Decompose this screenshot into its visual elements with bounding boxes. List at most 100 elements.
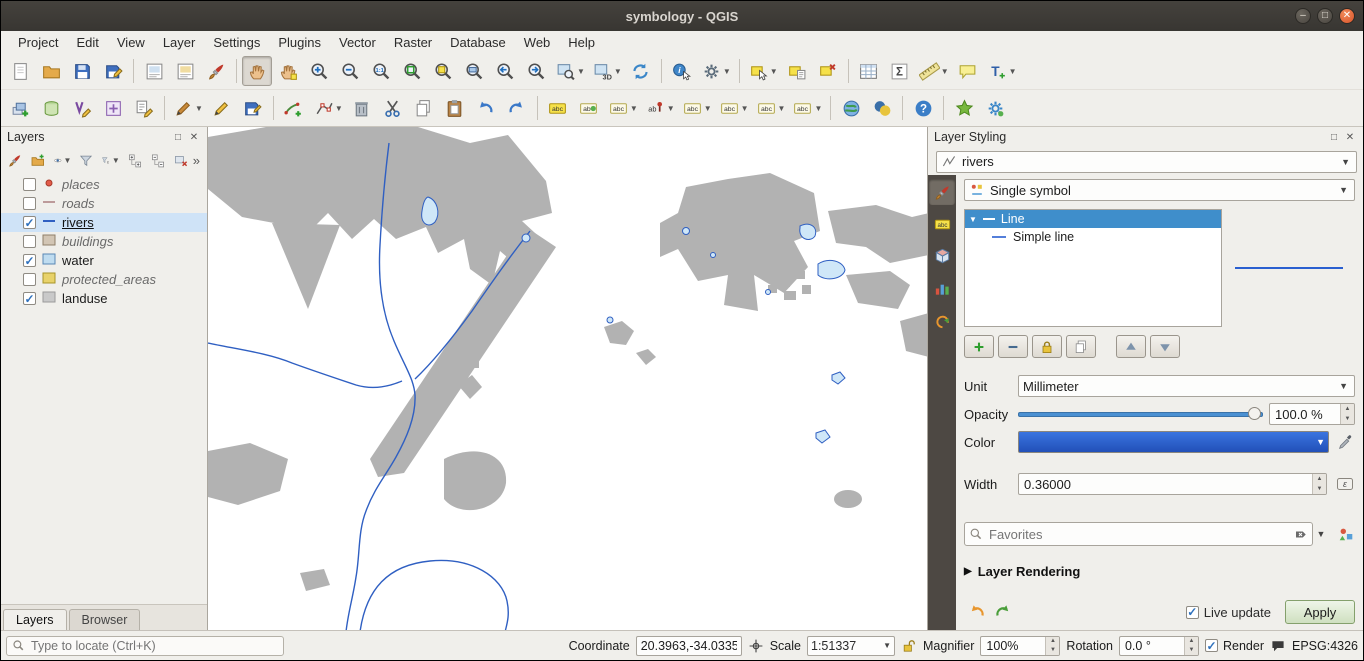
- statistical-summary-button[interactable]: Σ: [885, 56, 915, 86]
- scale-combo[interactable]: 1:51337 ▼: [807, 636, 895, 656]
- new-temporary-scratch-layer-button[interactable]: [129, 93, 159, 123]
- menu-layer[interactable]: Layer: [154, 33, 205, 52]
- pan-to-selection-button[interactable]: [273, 56, 303, 86]
- processing-history-button[interactable]: [980, 93, 1010, 123]
- close-panel-icon[interactable]: ✕: [1343, 130, 1357, 144]
- open-data-source-manager-button[interactable]: [5, 93, 35, 123]
- layer-checkbox-checked[interactable]: ✓: [23, 216, 36, 229]
- style-search-box[interactable]: [964, 522, 1313, 546]
- view-3d-tab[interactable]: [929, 243, 955, 269]
- locate-search-box[interactable]: [6, 636, 284, 656]
- coordinate-input[interactable]: [636, 636, 742, 656]
- rotate-label-button[interactable]: abc▼: [753, 93, 789, 123]
- data-defined-override-icon[interactable]: ε: [1335, 474, 1355, 494]
- new-3d-map-view-button[interactable]: 3D▼: [589, 56, 625, 86]
- metasearch-button[interactable]: [836, 93, 866, 123]
- save-layer-edits-button[interactable]: [238, 93, 268, 123]
- pin-unpin-labels-button[interactable]: ab▼: [642, 93, 678, 123]
- run-feature-action-button[interactable]: ▼: [698, 56, 734, 86]
- open-attribute-table-button[interactable]: [854, 56, 884, 86]
- new-shapefile-layer-button[interactable]: [67, 93, 97, 123]
- vertex-tool-button[interactable]: ▼: [310, 93, 346, 123]
- help-contents-button[interactable]: ?: [908, 93, 938, 123]
- layer-checkbox-checked[interactable]: ✓: [23, 254, 36, 267]
- apply-button[interactable]: Apply: [1285, 600, 1355, 624]
- layer-item-rivers[interactable]: ✓rivers: [1, 213, 207, 232]
- zoom-last-button[interactable]: [490, 56, 520, 86]
- symbol-type-selector[interactable]: Single symbol ▼: [964, 179, 1355, 201]
- new-geopackage-layer-button[interactable]: [36, 93, 66, 123]
- open-layer-styling-panel-button[interactable]: [4, 149, 26, 171]
- select-features-button[interactable]: ▼: [745, 56, 781, 86]
- panel-tab-layers[interactable]: Layers: [3, 609, 67, 630]
- close-button[interactable]: ✕: [1339, 8, 1355, 24]
- highlight-pinned-labels-button[interactable]: abc▼: [605, 93, 641, 123]
- title-bar[interactable]: symbology - QGIS – □ ✕: [1, 1, 1363, 31]
- zoom-out-button[interactable]: [335, 56, 365, 86]
- opacity-slider-handle[interactable]: [1248, 407, 1261, 420]
- transparency-tab[interactable]: [929, 275, 955, 301]
- menu-settings[interactable]: Settings: [204, 33, 269, 52]
- move-label-button[interactable]: abc▼: [716, 93, 752, 123]
- copy-features-button[interactable]: [409, 93, 439, 123]
- history-tab[interactable]: [929, 307, 955, 333]
- maximize-button[interactable]: □: [1317, 8, 1333, 24]
- new-map-view-button[interactable]: ▼: [552, 56, 588, 86]
- symbol-tree-simple-line-item[interactable]: Simple line: [965, 228, 1221, 246]
- color-button[interactable]: ▼: [1018, 431, 1329, 453]
- menu-edit[interactable]: Edit: [67, 33, 107, 52]
- zoom-native-button[interactable]: 1:1: [366, 56, 396, 86]
- expander-icon[interactable]: ▼: [969, 215, 977, 224]
- opacity-slider[interactable]: [1018, 403, 1263, 425]
- save-project-button[interactable]: [67, 56, 97, 86]
- remove-layer-button[interactable]: [170, 149, 192, 171]
- zoom-full-button[interactable]: [397, 56, 427, 86]
- layer-checkbox-unchecked[interactable]: [23, 178, 36, 191]
- locate-input[interactable]: [29, 638, 278, 654]
- lock-scale-icon[interactable]: [901, 638, 917, 654]
- processing-toolbox-button[interactable]: [949, 93, 979, 123]
- close-panel-icon[interactable]: ✕: [187, 130, 201, 144]
- live-update-checkbox[interactable]: ✓ Live update: [1186, 605, 1271, 620]
- zoom-to-layer-button[interactable]: [459, 56, 489, 86]
- toolbar-overflow-chevron[interactable]: »: [193, 153, 204, 168]
- add-symbol-layer-button[interactable]: [964, 335, 994, 358]
- width-spinbox[interactable]: 0.36000 ▲▼: [1018, 473, 1327, 495]
- zoom-to-selection-button[interactable]: [428, 56, 458, 86]
- add-line-feature-button[interactable]: [279, 93, 309, 123]
- lock-symbol-layer-button[interactable]: [1032, 335, 1062, 358]
- style-manager-button[interactable]: [201, 56, 231, 86]
- spin-arrows[interactable]: ▲▼: [1340, 404, 1354, 424]
- change-label-properties-button[interactable]: abc▼: [789, 93, 825, 123]
- menu-project[interactable]: Project: [9, 33, 67, 52]
- duplicate-symbol-layer-button[interactable]: [1066, 335, 1096, 358]
- spin-arrows[interactable]: ▲▼: [1184, 637, 1198, 655]
- expand-all-button[interactable]: [124, 149, 146, 171]
- collapse-all-button[interactable]: [147, 149, 169, 171]
- save-project-as-button[interactable]: [98, 56, 128, 86]
- checkbox-checked-icon[interactable]: ✓: [1186, 606, 1199, 619]
- redo-button[interactable]: [502, 93, 532, 123]
- minimize-button[interactable]: –: [1295, 8, 1311, 24]
- map-canvas[interactable]: [208, 127, 927, 630]
- rotation-spinbox[interactable]: 0.0 ° ▲▼: [1119, 636, 1199, 656]
- undock-panel-icon[interactable]: □: [1327, 130, 1341, 144]
- layer-item-protected_areas[interactable]: protected_areas: [1, 270, 207, 289]
- style-filter-dropdown[interactable]: ▼: [1313, 522, 1329, 546]
- magnifier-spinbox[interactable]: 100% ▲▼: [980, 636, 1060, 656]
- move-symbol-down-button[interactable]: [1150, 335, 1180, 358]
- layer-item-water[interactable]: ✓water: [1, 251, 207, 270]
- layer-checkbox-checked[interactable]: ✓: [23, 292, 36, 305]
- python-console-button[interactable]: [867, 93, 897, 123]
- current-edits-button[interactable]: ▼: [170, 93, 206, 123]
- new-project-button[interactable]: [5, 56, 35, 86]
- text-annotation-button[interactable]: T▼: [984, 56, 1020, 86]
- refresh-map-button[interactable]: [626, 56, 656, 86]
- layer-checkbox-unchecked[interactable]: [23, 273, 36, 286]
- layer-checkbox-unchecked[interactable]: [23, 197, 36, 210]
- color-dropper-icon[interactable]: [1337, 433, 1355, 451]
- panel-tab-browser[interactable]: Browser: [69, 609, 141, 630]
- clear-search-icon[interactable]: [1293, 527, 1308, 542]
- menu-view[interactable]: View: [108, 33, 154, 52]
- style-manager-icon[interactable]: [1337, 525, 1355, 543]
